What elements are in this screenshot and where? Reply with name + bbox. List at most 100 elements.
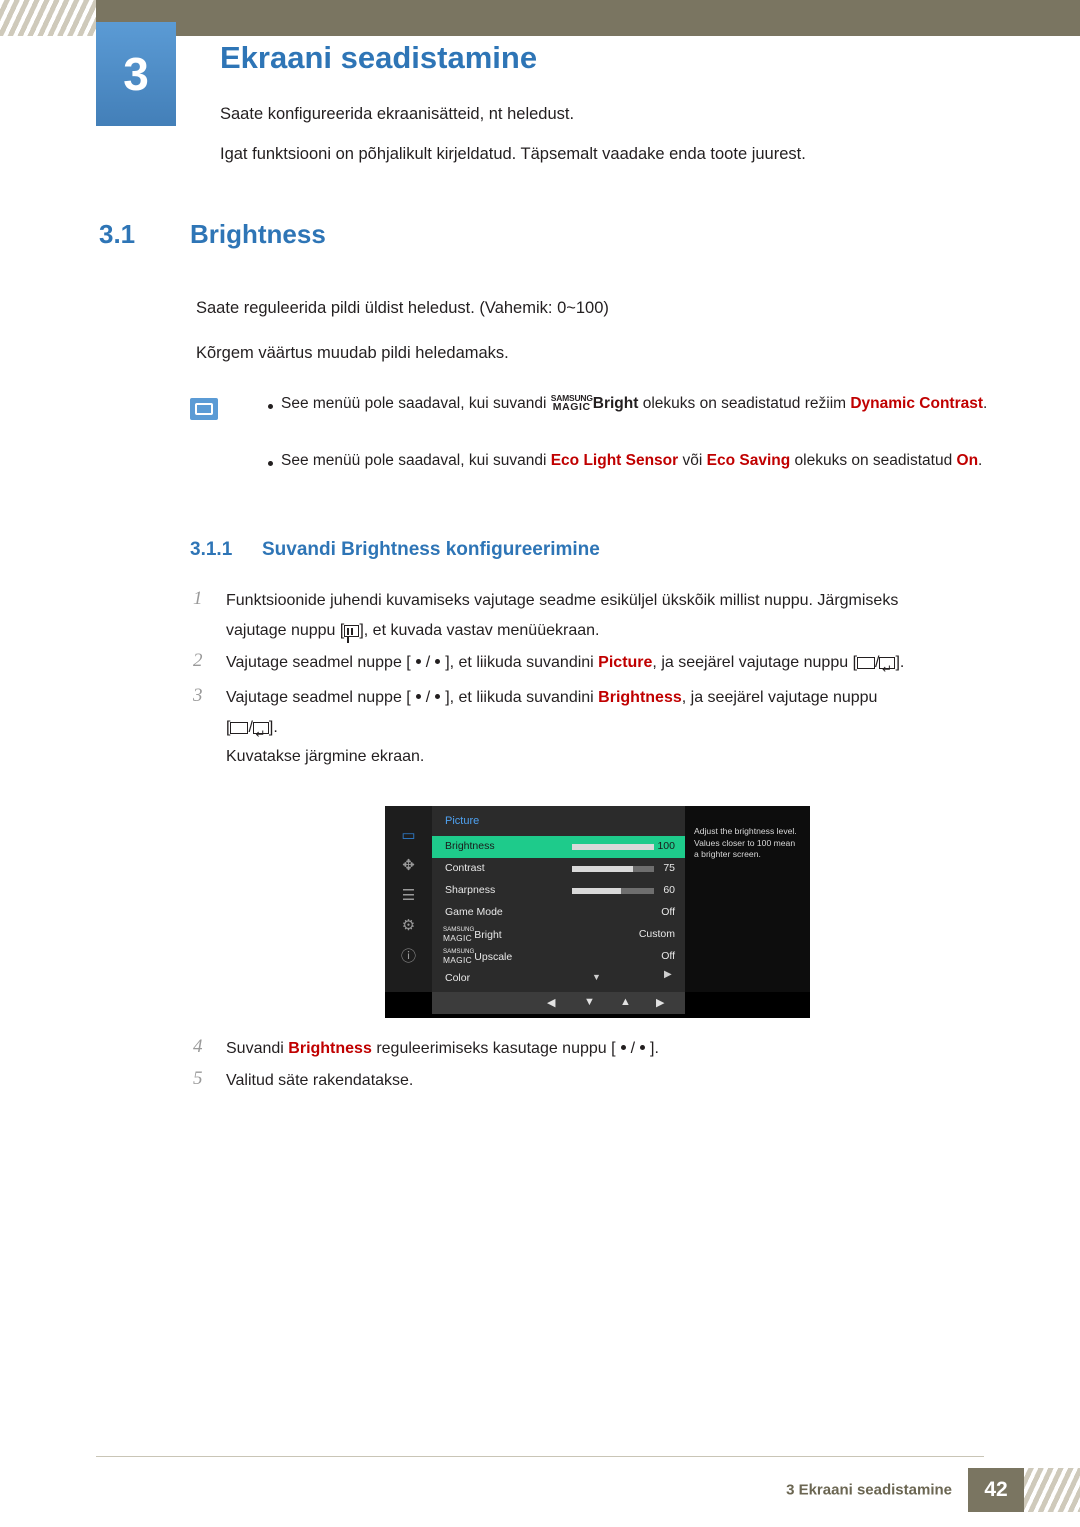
step-number-1: 1 bbox=[193, 588, 203, 609]
note-1-end: . bbox=[983, 395, 988, 412]
up-button-dot-icon bbox=[435, 659, 441, 664]
section-paragraph-2: Kõrgem väärtus muudab pildi heledamaks. bbox=[196, 344, 509, 362]
chapter-intro-line-2: Igat funktsiooni on põhjalikult kirjelda… bbox=[220, 145, 806, 163]
note-2-before: See menüü pole saadaval, kui suvandi bbox=[281, 452, 547, 469]
osd-row-label: Brightness bbox=[445, 840, 495, 852]
note-1-middle: olekuks on seadistatud režiim bbox=[642, 395, 847, 412]
info-icon: ⓘ bbox=[400, 947, 416, 965]
osd-help-panel: Adjust the brightness level. Values clos… bbox=[685, 806, 810, 992]
down-button-dot-icon-3 bbox=[620, 1045, 626, 1050]
nav-right-icon[interactable]: ▶ bbox=[656, 996, 664, 1009]
chapter-intro-line-1: Saate konfigureerida ekraanisätteid, nt … bbox=[220, 105, 575, 123]
step-2-f: ]. bbox=[895, 654, 905, 671]
osd-row-game-mode[interactable]: Game Mode Off bbox=[432, 902, 685, 924]
enter-button-icon-2 bbox=[252, 719, 269, 749]
note-bullet-2 bbox=[268, 461, 273, 466]
monitor-icon: ▭ bbox=[401, 827, 416, 844]
step-3-followup: Kuvatakse järgmine ekraan. bbox=[226, 748, 425, 765]
osd-row-value: Off bbox=[661, 950, 675, 962]
osd-menu-panel: Picture Brightness 100 Contrast 75 Sharp… bbox=[432, 806, 685, 992]
step-3-g: ]. bbox=[268, 719, 278, 736]
step-number-2: 2 bbox=[193, 650, 203, 671]
step-text-3: Vajutage seadmel nuppe [ / ], et liikuda s… bbox=[226, 683, 1016, 749]
chapter-number-badge: 3 bbox=[96, 22, 176, 126]
osd-row-color[interactable]: Color bbox=[432, 968, 685, 990]
step-3-b: / bbox=[425, 689, 431, 706]
osd-bar-track bbox=[572, 888, 654, 894]
picture-size-icon: ✥ bbox=[402, 857, 415, 874]
step-4-a: Suvandi bbox=[226, 1040, 284, 1057]
osd-row-label: Bright bbox=[474, 928, 502, 941]
step-4-highlight: Brightness bbox=[288, 1040, 372, 1057]
step-2-a: Vajutage seadmel nuppe [ bbox=[226, 654, 411, 671]
section-title: Brightness bbox=[190, 219, 326, 249]
note-monitor-icon bbox=[190, 398, 218, 420]
note-2-highlight-2: Eco Saving bbox=[706, 452, 791, 469]
nav-left-icon[interactable]: ◀ bbox=[547, 996, 555, 1009]
osd-row-brightness[interactable]: Brightness 100 bbox=[432, 836, 685, 858]
step-text-1: Funktsioonide juhendi kuvamiseks vajutag… bbox=[226, 586, 1016, 646]
note-2-highlight-3: On bbox=[956, 452, 979, 469]
up-button-dot-icon-3 bbox=[640, 1045, 646, 1050]
footer-page-number: 42 bbox=[968, 1468, 1024, 1512]
nav-up-icon[interactable]: ▲ bbox=[620, 996, 631, 1008]
step-2-b: / bbox=[425, 654, 431, 671]
osd-help-text: Adjust the brightness level. Values clos… bbox=[694, 826, 797, 859]
note-2-highlight-1: Eco Light Sensor bbox=[550, 452, 679, 469]
step-4-d: ]. bbox=[650, 1040, 659, 1057]
step-2-d: , ja seejärel vajutage nuppu [ bbox=[652, 654, 858, 671]
step-text-2: Vajutage seadmel nuppe [/], et liikuda s… bbox=[226, 648, 1016, 684]
subsection-number: 3.1.1 bbox=[190, 539, 233, 560]
osd-row-label: Upscale bbox=[474, 950, 513, 963]
osd-bar-fill bbox=[572, 844, 654, 850]
scroll-down-icon: ▼ bbox=[592, 972, 601, 982]
osd-bar-track bbox=[572, 844, 654, 850]
step-4-b: reguleerimiseks kasutage nuppu [ bbox=[376, 1040, 616, 1057]
note-item-2: See menüü pole saadaval, kui suvandi Eco… bbox=[281, 449, 1011, 473]
osd-nav-bar: ◀ ▼ ▲ ▶ bbox=[432, 992, 685, 1014]
osd-row-value: 100 bbox=[657, 840, 675, 852]
samsung-magic-logo: SAMSUNG MAGIC bbox=[551, 393, 593, 412]
note-bullet-1 bbox=[268, 404, 273, 409]
footer-hatch-decor bbox=[1024, 1468, 1080, 1512]
select-button-icon-2 bbox=[230, 722, 249, 734]
samsung-magic-line2: MAGIC bbox=[443, 933, 472, 943]
step-number-3: 3 bbox=[193, 685, 203, 706]
step-number-5: 5 bbox=[193, 1068, 203, 1089]
up-button-dot-icon-2 bbox=[435, 694, 441, 699]
gear-icon: ⚙ bbox=[401, 917, 416, 934]
osd-bar-track bbox=[572, 866, 654, 872]
osd-menu-title: Picture bbox=[445, 815, 480, 827]
step-3-c: ], et liikuda suvandini bbox=[445, 689, 594, 706]
down-button-dot-icon-2 bbox=[415, 694, 421, 699]
osd-row-label-wrap: SAMSUNG MAGIC Bright bbox=[443, 926, 502, 943]
note-1-before: See menüü pole saadaval, kui suvandi bbox=[281, 395, 547, 412]
subsection-title: Suvandi Brightness konfigureerimine bbox=[262, 539, 600, 560]
osd-row-label: Sharpness bbox=[445, 884, 496, 896]
osd-row-sharpness[interactable]: Sharpness 60 bbox=[432, 880, 685, 902]
step-4-c: / bbox=[630, 1040, 636, 1057]
osd-row-magicupscale[interactable]: SAMSUNG MAGIC Upscale Off bbox=[432, 946, 685, 968]
step-2-highlight: Picture bbox=[598, 654, 653, 671]
osd-row-contrast[interactable]: Contrast 75 bbox=[432, 858, 685, 880]
osd-row-label: Color bbox=[445, 972, 471, 984]
osd-row-value: Off bbox=[661, 906, 675, 918]
submenu-arrow-icon: ▶ bbox=[664, 969, 672, 980]
note-2-middle-1: või bbox=[682, 452, 703, 469]
footer-text: 3 Ekraani seadistamine bbox=[786, 1481, 952, 1499]
osd-row-magicbright[interactable]: SAMSUNG MAGIC Bright Custom bbox=[432, 924, 685, 946]
osd-row-label-wrap: SAMSUNG MAGIC Upscale bbox=[443, 948, 513, 965]
note-1-magic-suffix: Bright bbox=[592, 395, 639, 412]
select-button-icon bbox=[857, 657, 876, 669]
step-3-highlight: Brightness bbox=[598, 689, 682, 706]
osd-row-label: Game Mode bbox=[445, 906, 503, 918]
step-1-line2-b: ], et kuvada vastav menüüekraan. bbox=[359, 622, 600, 639]
nav-down-icon[interactable]: ▼ bbox=[584, 996, 595, 1008]
step-1-line2-a: vajutage nuppu [ bbox=[226, 622, 345, 639]
menu-lines-icon: ☰ bbox=[401, 887, 416, 904]
note-2-end: . bbox=[978, 452, 983, 469]
step-3-a: Vajutage seadmel nuppe [ bbox=[226, 689, 411, 706]
samsung-magic-logo-small: SAMSUNG MAGIC bbox=[443, 926, 474, 942]
step-text-5: Valitud säte rakendatakse. bbox=[226, 1072, 414, 1089]
down-button-dot-icon bbox=[415, 659, 421, 664]
